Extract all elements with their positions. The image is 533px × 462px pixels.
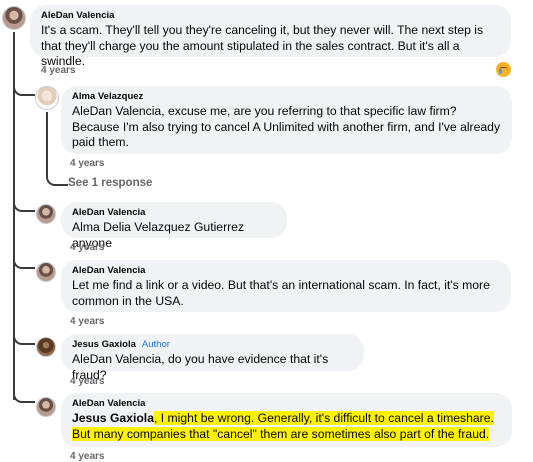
comment-text: It's a scam. They'll tell you they're ca… xyxy=(41,23,484,68)
comment-author[interactable]: AleDan Valencia xyxy=(72,207,276,219)
thread-elbow xyxy=(13,85,35,96)
avatar[interactable] xyxy=(35,86,59,110)
comment-text: Let me find a link or a video. But that'… xyxy=(72,278,490,308)
comment-author[interactable]: AleDan Valencia xyxy=(72,398,501,410)
avatar[interactable] xyxy=(36,204,56,224)
comment-text: AleDan Valencia, do you have evidence th… xyxy=(72,352,329,382)
comment-bubble: Alma Velazquez AleDan Valencia, excuse m… xyxy=(61,86,512,154)
comment-timestamp[interactable]: 4 years xyxy=(70,376,104,387)
avatar[interactable] xyxy=(2,6,26,30)
comment-text: Jesus Gaxiola, I might be wrong. General… xyxy=(72,411,501,442)
comment-bubble: AleDan Valencia Jesus Gaxiola, I might b… xyxy=(61,393,512,447)
thread-elbow xyxy=(13,201,35,212)
mention-link[interactable]: Jesus Gaxiola xyxy=(72,411,154,425)
crying-face-icon[interactable] xyxy=(496,62,511,77)
avatar[interactable] xyxy=(36,262,56,282)
comment-timestamp[interactable]: 4 years xyxy=(70,158,104,169)
comment-bubble: AleDan Valencia Let me find a link or a … xyxy=(61,260,511,312)
comment-author[interactable]: AleDan Valencia xyxy=(72,265,500,277)
comment-author[interactable]: AleDan Valencia xyxy=(41,10,500,22)
comment-timestamp[interactable]: 4 years xyxy=(41,65,75,76)
comment-author[interactable]: Jesus Gaxiola xyxy=(72,339,136,350)
comment-timestamp[interactable]: 4 years xyxy=(70,242,104,253)
thread-elbow xyxy=(13,258,35,269)
comment-timestamp[interactable]: 4 years xyxy=(70,451,104,462)
author-badge: Author xyxy=(141,339,170,350)
comment-timestamp[interactable]: 4 years xyxy=(70,316,104,327)
see-replies-link[interactable]: See 1 response xyxy=(68,177,152,189)
thread-elbow xyxy=(13,334,35,345)
avatar[interactable] xyxy=(36,397,56,417)
comment-bubble: Jesus Gaxiola Author AleDan Valencia, do … xyxy=(61,334,364,382)
comment-author[interactable]: Alma Velazquez xyxy=(72,91,501,103)
thread-line xyxy=(46,112,48,176)
avatar[interactable] xyxy=(36,337,56,357)
thread-elbow xyxy=(13,392,35,403)
comment-bubble: AleDan Valencia It's a scam. They'll tel… xyxy=(30,5,511,68)
comment-text: AleDan Valencia, excuse me, are you refe… xyxy=(72,104,501,149)
thread-elbow xyxy=(46,175,68,186)
comment-bubble: AleDan Valencia Alma Delia Velazquez Gut… xyxy=(61,202,287,250)
